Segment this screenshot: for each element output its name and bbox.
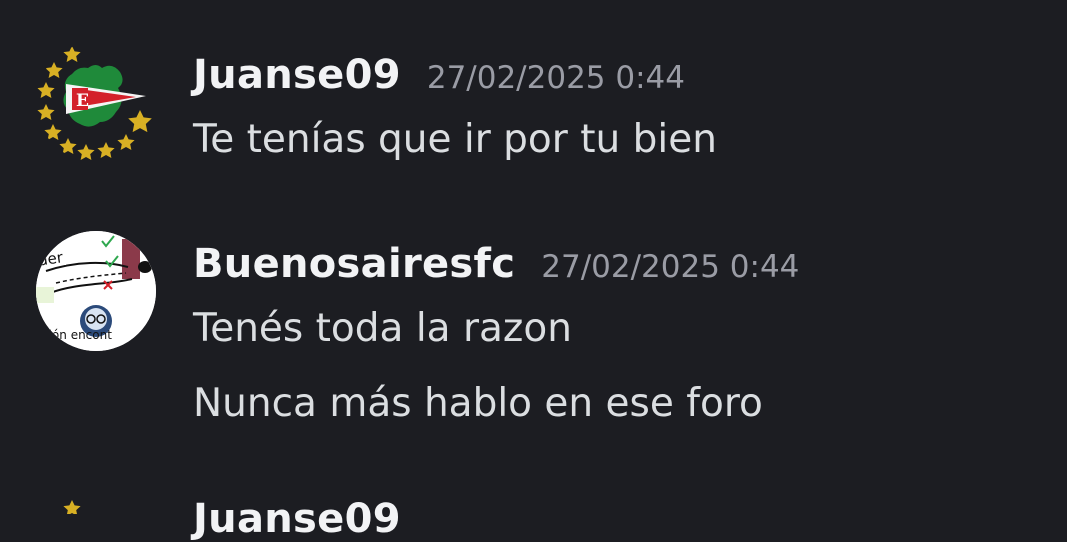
svg-text:E: E (76, 91, 89, 111)
message-text: Te tenías que ir por tu bien (193, 117, 717, 162)
estudiantes-crest-icon: E (37, 46, 152, 160)
svg-text:ción encont: ción encont (42, 328, 112, 342)
avatar[interactable] (36, 496, 156, 516)
message-text: Nunca más hablo en ese foro (193, 381, 763, 426)
username[interactable]: Juanse09 (193, 496, 401, 542)
username[interactable]: Buenosairesfc (193, 241, 515, 287)
message-text: Tenés toda la razon (193, 306, 572, 351)
timestamp[interactable]: 27/02/2025 0:44 (427, 60, 685, 96)
avatar[interactable]: E (36, 42, 156, 162)
avatar[interactable]: der ción encont (36, 231, 156, 351)
username[interactable]: Juanse09 (193, 52, 401, 98)
timestamp[interactable]: 27/02/2025 0:44 (541, 249, 799, 285)
estudiantes-crest-icon (63, 500, 81, 516)
meme-collage-icon: der ción encont (36, 231, 156, 351)
svg-text:der: der (37, 248, 65, 269)
